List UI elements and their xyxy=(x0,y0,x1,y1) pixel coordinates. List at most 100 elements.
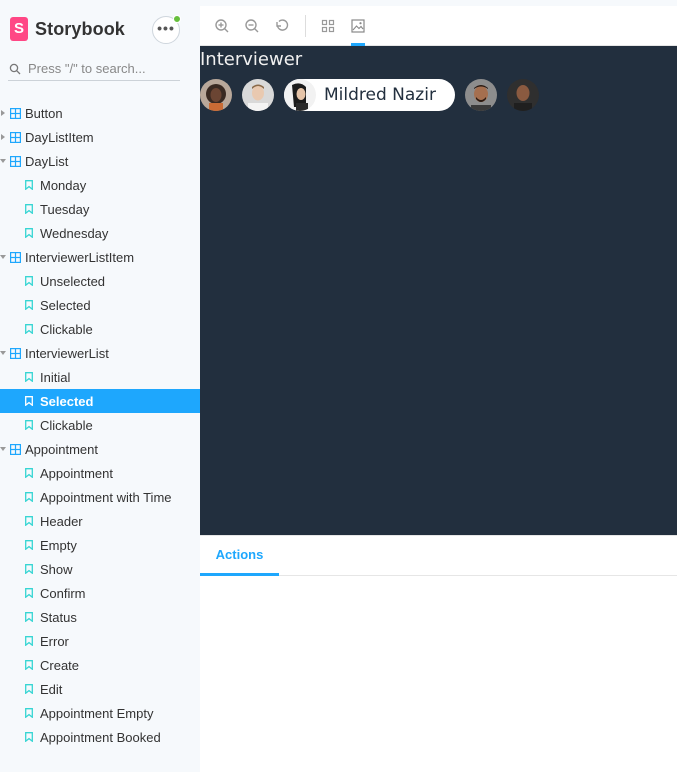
tab-actions[interactable]: Actions xyxy=(200,536,279,576)
sidebar-component[interactable]: InterviewerListItem xyxy=(0,245,200,269)
sidebar-story[interactable]: Empty xyxy=(0,533,200,557)
interviewer-avatar[interactable] xyxy=(200,79,232,111)
tree-item-label: Wednesday xyxy=(40,225,109,241)
sidebar-story[interactable]: Unselected xyxy=(0,269,200,293)
sidebar-story[interactable]: Confirm xyxy=(0,581,200,605)
bookmark-icon xyxy=(24,563,34,575)
zoom-reset-icon[interactable] xyxy=(272,16,292,36)
tree-item-label: Error xyxy=(40,633,69,649)
sidebar-component[interactable]: Button xyxy=(0,101,200,125)
bookmark-icon xyxy=(24,203,34,215)
tree-item-label: Selected xyxy=(40,393,94,409)
tree-item-label: Header xyxy=(40,513,83,529)
tree-item-label: Create xyxy=(40,657,80,673)
sidebar-story[interactable]: Monday xyxy=(0,173,200,197)
sidebar-story[interactable]: Appointment with Time xyxy=(0,485,200,509)
tree-item-label: Unselected xyxy=(40,273,106,289)
interviewer-avatar xyxy=(284,79,316,111)
caret-down-icon xyxy=(0,254,8,260)
interviewer-name: Mildred Nazir xyxy=(324,85,436,105)
caret-down-icon xyxy=(0,446,8,452)
brand[interactable]: S Storybook xyxy=(10,17,125,41)
bookmark-icon xyxy=(24,299,34,311)
bookmark-icon xyxy=(24,491,34,503)
addons-panel: Actions xyxy=(200,535,677,772)
bookmark-icon xyxy=(24,371,34,383)
bookmark-icon xyxy=(24,611,34,623)
bookmark-icon xyxy=(24,659,34,671)
tree-item-label: DayList xyxy=(25,153,69,169)
tree-item-label: Show xyxy=(40,561,73,577)
bookmark-icon xyxy=(24,539,34,551)
toolbar xyxy=(200,6,677,46)
sidebar-story[interactable]: Status xyxy=(0,605,200,629)
sidebar-story[interactable]: Show xyxy=(0,557,200,581)
tree-item-label: InterviewerList xyxy=(25,345,109,361)
tree-item-label: Selected xyxy=(40,297,91,313)
bookmark-icon xyxy=(24,731,34,743)
interviewer-avatar[interactable] xyxy=(242,79,274,111)
main-panel: Interviewer Mildred Nazir Actions xyxy=(200,6,677,772)
grid-icon[interactable] xyxy=(318,16,338,36)
component-icon xyxy=(9,107,21,119)
component-icon xyxy=(9,251,21,263)
tree-item-label: Clickable xyxy=(40,321,93,337)
zoom-in-icon[interactable] xyxy=(212,16,232,36)
component-icon xyxy=(9,443,21,455)
bookmark-icon xyxy=(24,683,34,695)
sidebar-story[interactable]: Wednesday xyxy=(0,221,200,245)
sidebar-story[interactable]: Clickable xyxy=(0,317,200,341)
sidebar-component[interactable]: InterviewerList xyxy=(0,341,200,365)
search-input[interactable] xyxy=(28,61,173,76)
more-icon: ••• xyxy=(157,20,175,36)
tree-item-label: InterviewerListItem xyxy=(25,249,135,265)
sidebar-component[interactable]: DayList xyxy=(0,149,200,173)
tree-item-label: Button xyxy=(25,105,63,121)
tree-item-label: Confirm xyxy=(40,585,86,601)
caret-down-icon xyxy=(0,158,8,164)
zoom-out-icon[interactable] xyxy=(242,16,262,36)
tree-item-label: Appointment xyxy=(25,441,98,457)
bookmark-icon xyxy=(24,179,34,191)
sidebar-story[interactable]: Edit xyxy=(0,677,200,701)
bookmark-icon xyxy=(24,467,34,479)
sidebar-story[interactable]: Appointment Booked xyxy=(0,725,200,749)
sidebar-story[interactable]: Create xyxy=(0,653,200,677)
tree-item-label: Initial xyxy=(40,369,71,385)
bookmark-icon xyxy=(24,395,34,407)
sidebar-story[interactable]: Header xyxy=(0,509,200,533)
sidebar-story[interactable]: Clickable xyxy=(0,413,200,437)
sidebar-component[interactable]: Appointment xyxy=(0,437,200,461)
sidebar-story[interactable]: Error xyxy=(0,629,200,653)
tree-item-label: Appointment xyxy=(40,465,113,481)
sidebar-story[interactable]: Selected xyxy=(0,389,200,413)
caret-right-icon xyxy=(0,110,8,116)
tree-item-label: Empty xyxy=(40,537,77,553)
preview-canvas: Interviewer Mildred Nazir xyxy=(200,46,677,535)
tree-item-label: Monday xyxy=(40,177,87,193)
caret-right-icon xyxy=(0,134,8,140)
tree-item-label: Tuesday xyxy=(40,201,90,217)
component-icon xyxy=(9,155,21,167)
search-icon xyxy=(8,62,22,76)
toolbar-divider xyxy=(305,15,306,37)
brand-name: Storybook xyxy=(35,18,125,39)
sidebar-story[interactable]: Appointment Empty xyxy=(0,701,200,725)
bookmark-icon xyxy=(24,587,34,599)
sidebar-story[interactable]: Tuesday xyxy=(0,197,200,221)
bookmark-icon xyxy=(24,227,34,239)
sidebar-story[interactable]: Selected xyxy=(0,293,200,317)
interviewer-list-title: Interviewer xyxy=(200,49,303,70)
bookmark-icon xyxy=(24,323,34,335)
tree-item-label: Appointment Empty xyxy=(40,705,154,721)
selected-interviewer[interactable]: Mildred Nazir xyxy=(284,79,455,111)
sidebar-component[interactable]: DayListItem xyxy=(0,125,200,149)
tree-item-label: Clickable xyxy=(40,417,93,433)
interviewer-avatar[interactable] xyxy=(507,79,539,111)
sidebar-story[interactable]: Appointment xyxy=(0,461,200,485)
bookmark-icon xyxy=(24,515,34,527)
bookmark-icon xyxy=(24,419,34,431)
image-icon[interactable] xyxy=(348,16,368,36)
interviewer-avatar[interactable] xyxy=(465,79,497,111)
sidebar-story[interactable]: Initial xyxy=(0,365,200,389)
